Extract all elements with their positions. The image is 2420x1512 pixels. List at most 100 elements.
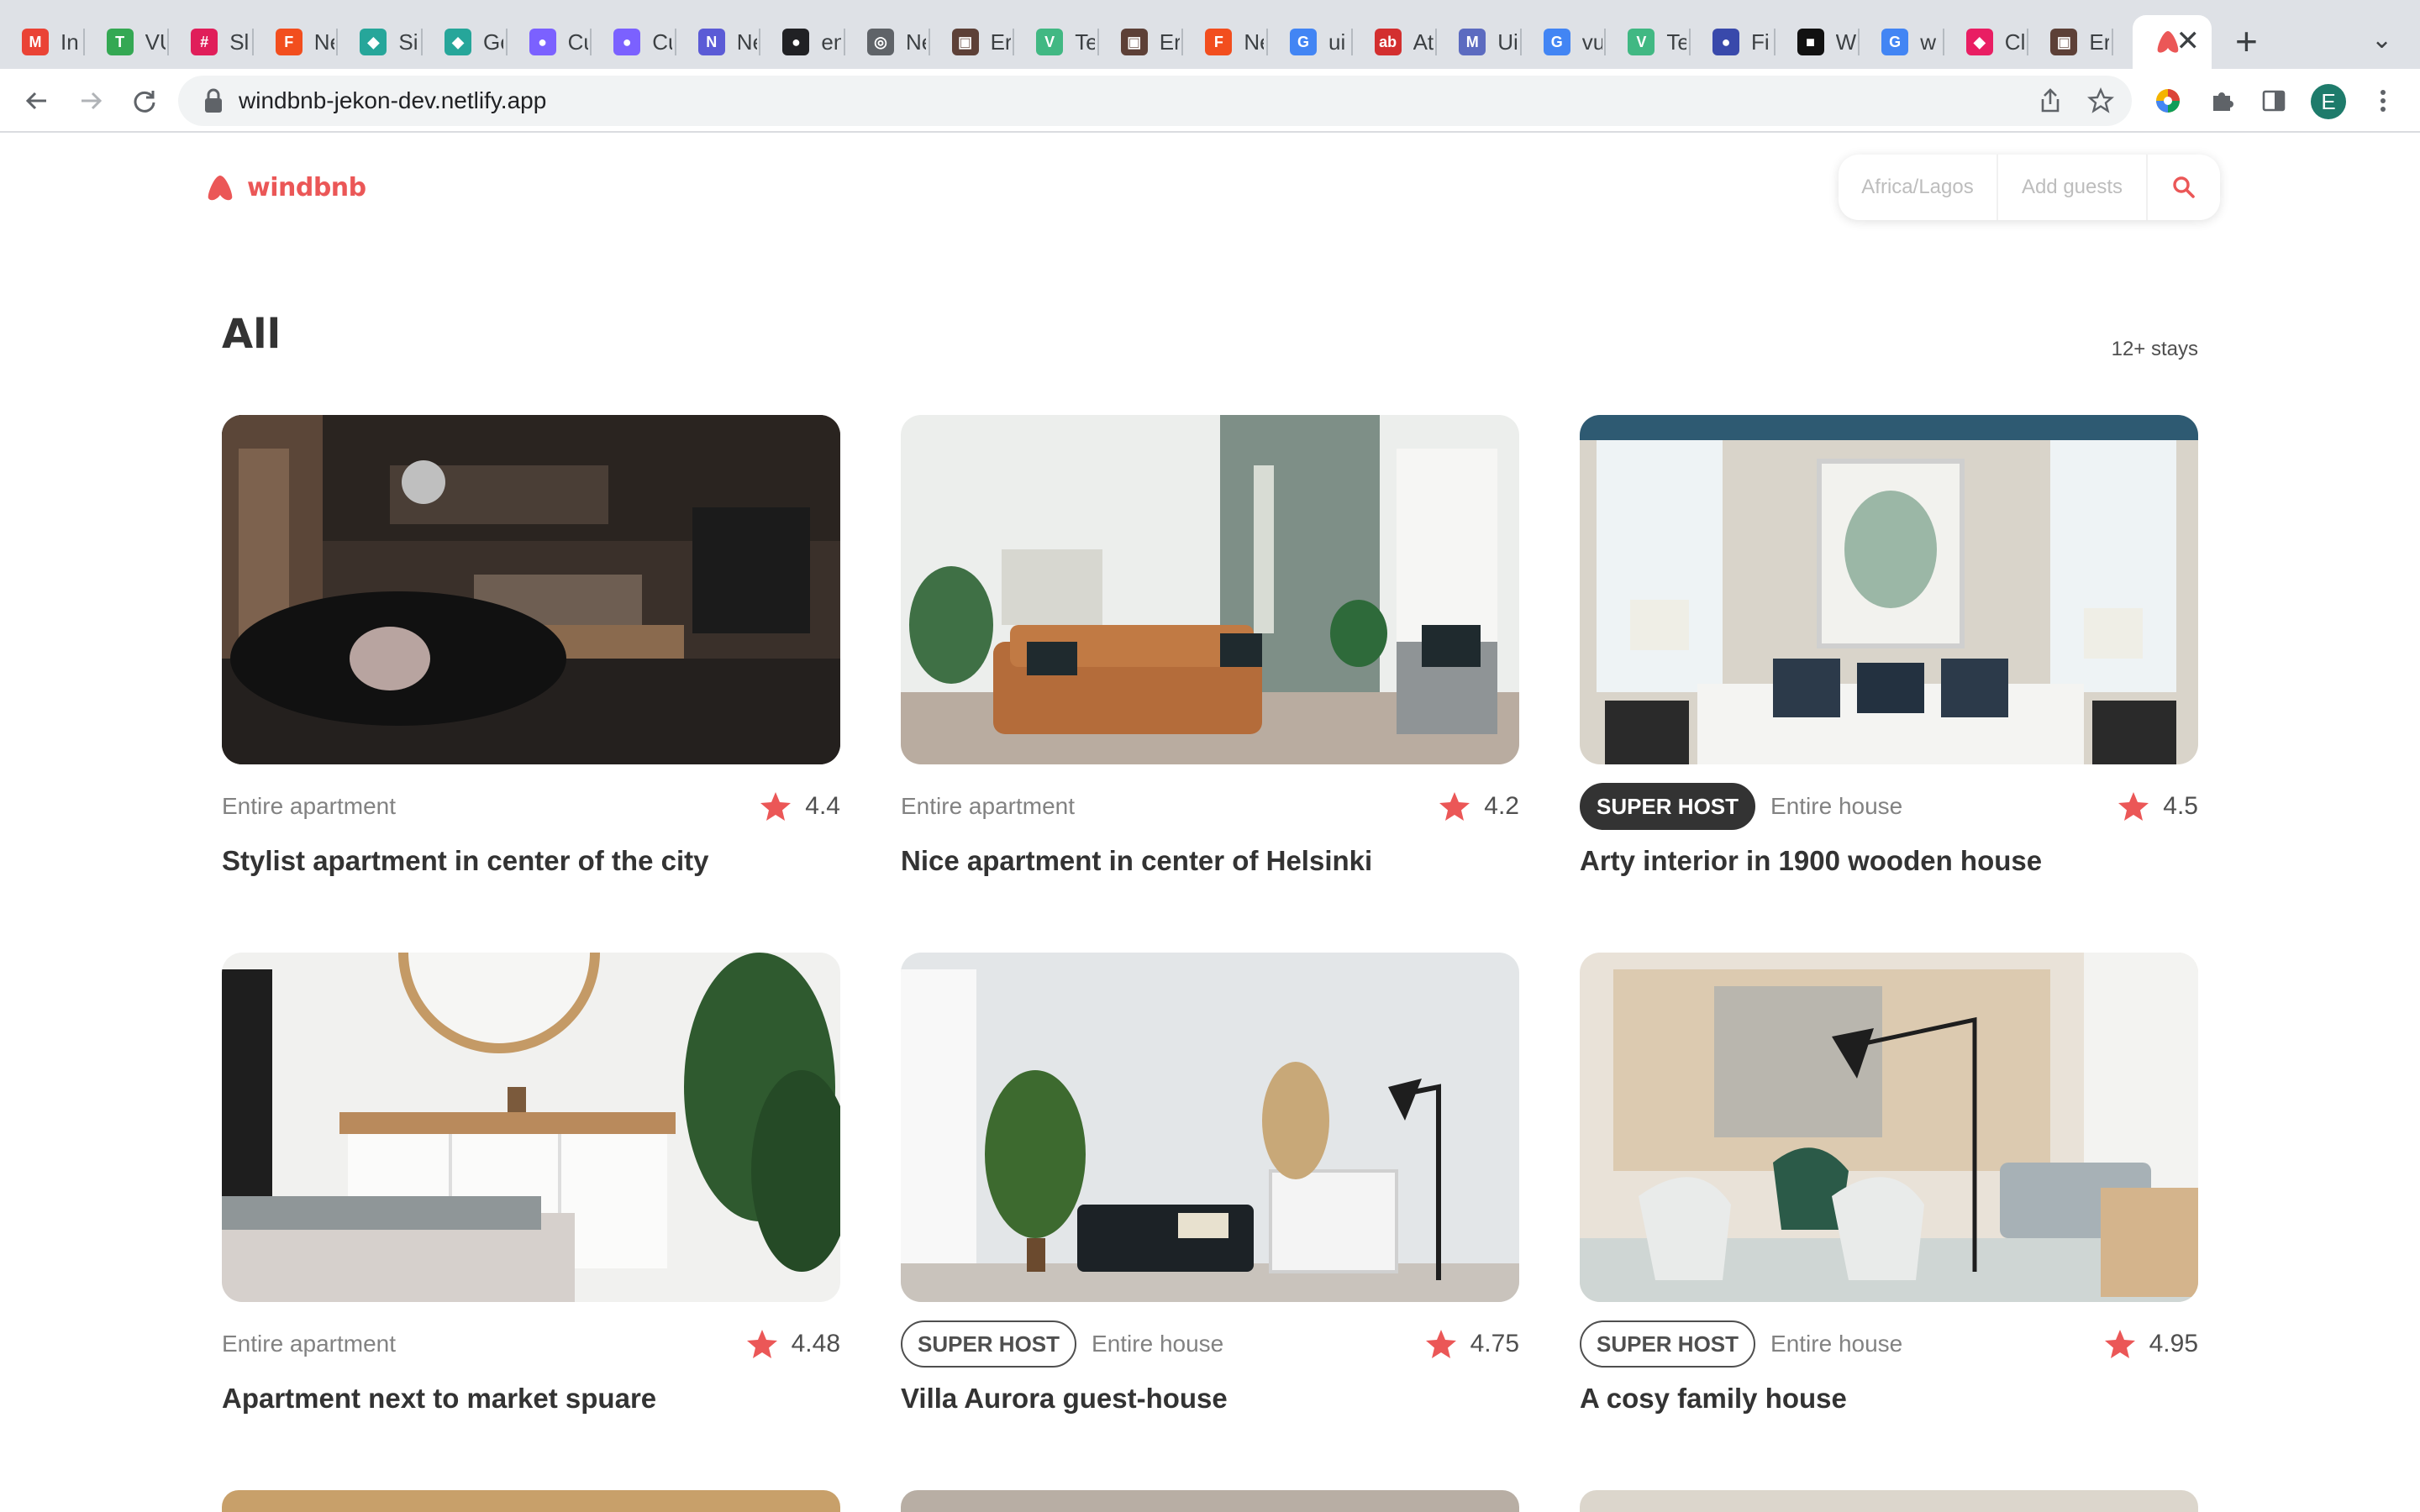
- browser-tab[interactable]: ▣ Er: [1099, 15, 1184, 69]
- rating-value: 4.4: [805, 792, 840, 820]
- stay-photo: [1580, 953, 2198, 1302]
- url-text: windbnb-jekon-dev.netlify.app: [239, 87, 547, 113]
- browser-tab[interactable]: # Sl: [169, 15, 254, 69]
- stay-rating: 4.48: [746, 1319, 840, 1369]
- tab-search-chevron-icon[interactable]: ⌄: [2371, 25, 2392, 55]
- address-bar[interactable]: windbnb-jekon-dev.netlify.app: [178, 76, 2132, 126]
- stay-type: Entire apartment: [901, 793, 1075, 819]
- stay-card[interactable]: SUPER HOST Entire house 4.75 Villa Auror…: [901, 953, 1519, 1415]
- windbnb-logo[interactable]: windbnb: [205, 173, 366, 202]
- browser-toolbar: windbnb-jekon-dev.netlify.app E: [0, 69, 2420, 133]
- tab-label: w: [1920, 29, 1936, 55]
- tab-label: en: [821, 29, 842, 55]
- purple-blob-icon: ●: [613, 29, 641, 55]
- stay-title[interactable]: A cosy family house: [1580, 1383, 2198, 1415]
- search-bar[interactable]: Africa/Lagos Add guests: [1839, 155, 2220, 220]
- browser-tab[interactable]: F Ne: [1183, 15, 1268, 69]
- color-extension-icon[interactable]: [2151, 84, 2185, 118]
- purple-blob-icon: ●: [529, 29, 556, 55]
- search-button[interactable]: [2148, 155, 2220, 220]
- browser-tab[interactable]: M Ui: [1437, 15, 1522, 69]
- browser-tab[interactable]: ◆ Ge: [423, 15, 508, 69]
- browser-tab[interactable]: V Te: [1606, 15, 1691, 69]
- browser-tab[interactable]: ● en: [760, 15, 845, 69]
- stay-count: 12+ stays: [2111, 338, 2198, 360]
- page-heading: All: [222, 311, 281, 358]
- diamond-icon: ◆: [360, 29, 387, 55]
- avatar-icon: ▣: [1120, 29, 1148, 55]
- extensions-puzzle-icon[interactable]: [2205, 84, 2238, 118]
- browser-tab[interactable]: F Ne: [254, 15, 339, 69]
- figma-icon: F: [1205, 29, 1233, 55]
- star-icon: [746, 1330, 777, 1358]
- close-tab-icon[interactable]: ✕: [2176, 27, 2201, 55]
- tab-label: VU: [145, 29, 166, 55]
- stay-type: Entire house: [1770, 1331, 1903, 1357]
- browser-tab[interactable]: M In: [0, 15, 85, 69]
- stay-card[interactable]: SUPER HOST Entire house 4.95 A cosy fami…: [1580, 953, 2198, 1415]
- stay-card[interactable]: SUPER HOST Entire house 4.5 Arty interio…: [1580, 415, 2198, 877]
- location-field[interactable]: Africa/Lagos: [1839, 155, 1998, 220]
- browser-tab[interactable]: ◆ Cl: [1944, 15, 2029, 69]
- stay-card-photo-partial[interactable]: [222, 1490, 840, 1512]
- stay-title[interactable]: Stylist apartment in center of the city: [222, 845, 840, 877]
- forward-arrow-icon: [82, 92, 103, 110]
- stay-card-photo-partial[interactable]: [901, 1490, 1519, 1512]
- stay-title[interactable]: Villa Aurora guest-house: [901, 1383, 1519, 1415]
- browser-tab[interactable]: ◆ Si: [338, 15, 423, 69]
- back-button[interactable]: [15, 79, 59, 123]
- browser-tab[interactable]: ● Cu: [508, 15, 592, 69]
- dot-icon: ●: [1712, 29, 1739, 55]
- stay-rating: 4.2: [1439, 781, 1519, 832]
- browser-tab[interactable]: N Ne: [676, 15, 761, 69]
- tab-separator: [2111, 29, 2113, 55]
- tab-label: Cu: [567, 29, 588, 55]
- browser-tab[interactable]: Gui: [1268, 15, 1353, 69]
- browser-tab[interactable]: ▣ Er: [930, 15, 1015, 69]
- stay-title[interactable]: Apartment next to market spuare: [222, 1383, 840, 1415]
- profile-avatar[interactable]: E: [2311, 84, 2346, 119]
- avatar-icon: ▣: [2050, 29, 2078, 55]
- diamond-icon: ◆: [445, 29, 471, 55]
- browser-tab[interactable]: ▣ Er: [2028, 15, 2113, 69]
- bookmark-star-icon[interactable]: [2086, 86, 2116, 116]
- vue-icon: V: [1628, 29, 1655, 55]
- tab-windbnb-active[interactable]: ✕: [2133, 15, 2212, 69]
- stay-card[interactable]: Entire apartment 4.48 Apartment next to …: [222, 953, 840, 1415]
- browser-menu-icon[interactable]: [2366, 84, 2400, 118]
- browser-tab[interactable]: ■ W: [1776, 15, 1860, 69]
- tab-label: Sl: [229, 29, 250, 55]
- stay-type: Entire house: [1092, 1331, 1224, 1357]
- super-host-badge: SUPER HOST: [1580, 1320, 1756, 1368]
- reload-button[interactable]: [123, 79, 166, 123]
- new-tab-button[interactable]: +: [2235, 22, 2258, 60]
- stay-card[interactable]: Entire apartment 4.2 Nice apartment in c…: [901, 415, 1519, 877]
- tab-label: Ne: [906, 29, 926, 55]
- share-icon[interactable]: [2035, 86, 2065, 116]
- star-icon: [2104, 1330, 2135, 1358]
- browser-tab[interactable]: Gw: [1860, 15, 1944, 69]
- browser-tab[interactable]: ● Cu: [592, 15, 676, 69]
- slack-icon: #: [191, 29, 218, 55]
- gmail-icon: M: [22, 29, 49, 55]
- rating-value: 4.2: [1484, 792, 1519, 820]
- browser-tab[interactable]: ● Fi: [1691, 15, 1776, 69]
- avatar-icon: ▣: [951, 29, 979, 55]
- stay-card-photo-partial[interactable]: [1580, 1490, 2198, 1512]
- forward-button[interactable]: [69, 79, 113, 123]
- stay-title[interactable]: Arty interior in 1900 wooden house: [1580, 845, 2198, 877]
- browser-tab[interactable]: Gvu: [1522, 15, 1607, 69]
- guests-field[interactable]: Add guests: [1998, 155, 2148, 220]
- stay-rating: 4.75: [1425, 1319, 1519, 1369]
- tab-label: W: [1835, 29, 1856, 55]
- browser-tab[interactable]: T VU: [85, 15, 170, 69]
- side-panel-icon[interactable]: [2257, 84, 2291, 118]
- star-icon: [1439, 792, 1470, 821]
- browser-tab[interactable]: ◎ Ne: [845, 15, 930, 69]
- tab-label: Si: [398, 29, 418, 55]
- stay-title[interactable]: Nice apartment in center of Helsinki: [901, 845, 1519, 877]
- browser-tab[interactable]: ab At: [1353, 15, 1438, 69]
- browser-tab[interactable]: V Te: [1014, 15, 1099, 69]
- stay-card[interactable]: Entire apartment 4.4 Stylist apartment i…: [222, 415, 840, 877]
- tab-label: At: [1413, 29, 1434, 55]
